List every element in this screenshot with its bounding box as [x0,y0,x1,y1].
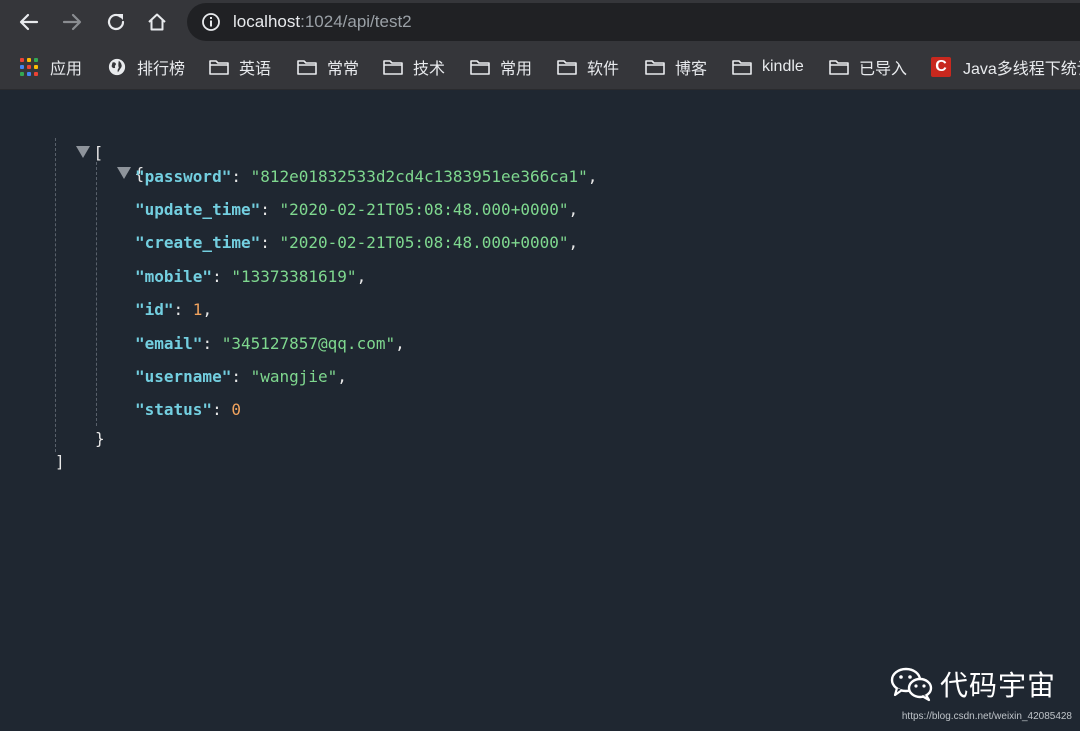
reload-icon [107,13,125,31]
json-key: "mobile" [135,267,213,286]
json-field-id: "id": 1, [135,300,213,319]
json-value: "2020-02-21T05:08:48.000+0000" [279,200,569,219]
array-close-bracket: ] [55,452,65,471]
bookmark-folder-changchang[interactable]: 常常 [297,44,359,89]
json-value: "2020-02-21T05:08:48.000+0000" [279,233,569,252]
bookmark-ranking[interactable]: 排行榜 [107,44,185,89]
json-viewer: [ { "password": "812e01832533d2cd4c13839… [0,90,1080,731]
bookmark-label: 软件 [587,60,620,78]
folder-icon [557,59,577,75]
apps-grid-icon [20,57,38,76]
info-icon[interactable] [201,12,221,32]
watermark-name: 代码宇宙 [940,669,1057,702]
wechat-icon [890,667,933,702]
json-field-password: "password": "812e01832533d2cd4c1383951ee… [135,167,598,186]
bookmark-label: 排行榜 [137,60,186,78]
json-value: 0 [231,400,241,419]
object-close-line: } [95,427,105,451]
object-open-line: { [78,138,144,183]
json-key: "status" [135,400,213,419]
json-value: "wangjie" [250,367,338,386]
bookmark-folder-software[interactable]: 软件 [557,44,619,89]
bookmark-label: Java多线程下统计 [963,60,1080,78]
globe-icon [108,58,126,75]
json-field-create-time: "create_time": "2020-02-21T05:08:48.000+… [135,233,579,252]
address-bar[interactable]: localhost:1024/api/test2 [187,3,1080,41]
json-key: "password" [135,167,232,186]
bookmark-label: 常常 [327,60,360,78]
bookmark-folder-kindle[interactable]: kindle [732,44,804,89]
json-field-update-time: "update_time": "2020-02-21T05:08:48.000+… [135,200,579,219]
bookmark-label: 常用 [500,60,533,78]
json-key: "id" [135,300,174,319]
browser-toolbar: localhost:1024/api/test2 [0,0,1080,44]
json-value: "812e01832533d2cd4c1383951ee366ca1" [250,167,588,186]
json-key: "create_time" [135,233,261,252]
json-key: "email" [135,334,203,353]
collapse-triangle-icon[interactable] [116,166,131,179]
folder-icon [645,59,665,75]
watermark: 代码宇宙 [890,664,1056,704]
csdn-c-icon: C [931,56,951,77]
bookmark-label: 博客 [675,60,708,78]
bookmark-folder-common[interactable]: 常用 [470,44,532,89]
reload-button[interactable] [102,8,130,36]
json-value: "13373381619" [231,267,357,286]
json-value: 1 [192,300,203,319]
bookmark-label: 英语 [239,60,272,78]
json-value: "345127857@qq.com" [221,334,396,353]
json-field-username: "username": "wangjie", [135,367,347,386]
bookmark-folder-blog[interactable]: 博客 [645,44,707,89]
folder-icon [470,59,490,75]
back-button[interactable] [15,8,43,36]
folder-icon [732,59,752,75]
arrow-right-icon [62,13,82,31]
watermark-url: https://blog.csdn.net/weixin_42085428 [901,711,1072,722]
bookmark-label: 应用 [50,60,83,78]
bookmarks-bar: 应用 排行榜 英语 常常 技术 常用 软件 博客 kindle 已导入 C Ja… [0,44,1080,90]
home-button[interactable] [143,8,171,36]
folder-icon [829,59,849,75]
folder-icon [383,59,403,75]
url-text[interactable]: localhost:1024/api/test2 [233,12,412,32]
bookmark-label: 已导入 [859,60,908,78]
json-field-email: "email": "345127857@qq.com", [135,334,405,353]
folder-icon [297,59,317,75]
arrow-left-icon [19,13,39,31]
bookmark-label: kindle [762,57,804,75]
folder-icon [209,59,229,75]
json-field-status: "status": 0 [135,400,241,419]
forward-button[interactable] [58,8,86,36]
bookmark-apps[interactable]: 应用 [20,44,82,89]
json-key: "update_time" [135,200,261,219]
bookmark-folder-imported[interactable]: 已导入 [829,44,907,89]
json-key: "username" [135,367,232,386]
object-close-brace: } [95,429,105,448]
url-path: :1024/api/test2 [300,12,412,31]
bookmark-folder-tech[interactable]: 技术 [383,44,445,89]
bookmark-label: 技术 [413,60,446,78]
json-field-mobile: "mobile": "13373381619", [135,267,367,286]
bookmark-folder-english[interactable]: 英语 [209,44,271,89]
url-host: localhost [233,12,301,31]
array-close-line: ] [55,450,65,474]
home-icon [148,13,166,31]
bookmark-java-thread[interactable]: C Java多线程下统计 [931,44,1080,89]
